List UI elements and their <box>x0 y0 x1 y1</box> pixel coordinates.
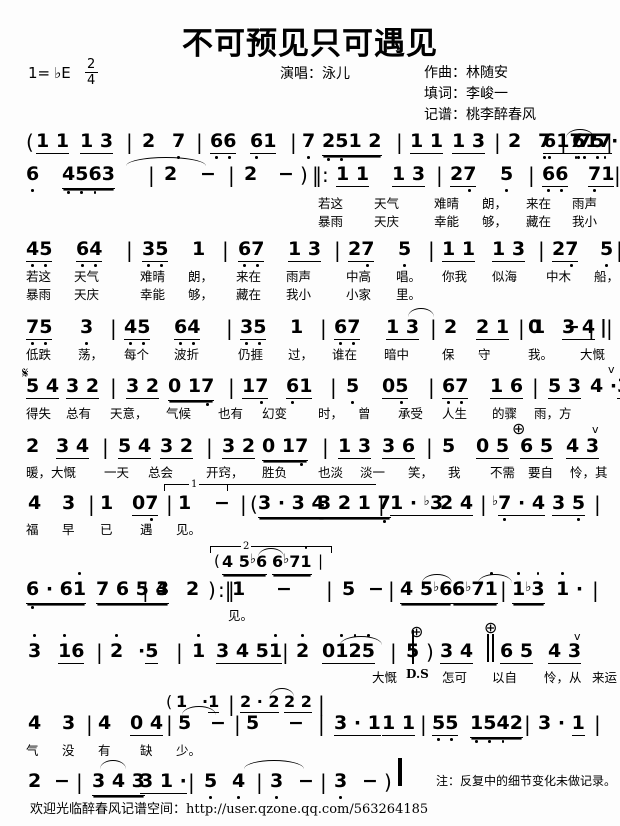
coda-icon: ⊕ <box>484 618 498 637</box>
footnote: 注：反复中的细节变化未做记录。 <box>436 774 617 788</box>
lyric-word: 够， <box>482 214 508 229</box>
lyric-word: 少。 <box>176 743 202 758</box>
lyric-word: 已 <box>100 522 113 537</box>
lyric-word: 遇 <box>140 522 153 537</box>
transcriber-credit: 记谱：桃李醉春风 <box>424 107 536 123</box>
time-signature: 2 4 <box>84 57 98 89</box>
lyric-row-s1b-tail <box>0 193 620 212</box>
lyric-word: 没 <box>62 743 75 758</box>
lyric-word: 藏在 <box>526 214 552 229</box>
lyric-word: 藏在 <box>236 287 262 302</box>
lyric-word: 我小 <box>286 287 312 302</box>
first-ending-line <box>226 484 376 485</box>
lyric-word: 见。 <box>176 522 202 537</box>
tuplet-number: 1 <box>189 479 200 490</box>
slur <box>270 688 294 697</box>
lyric-word: 小家 <box>346 287 372 302</box>
slur <box>244 760 304 769</box>
lyric-word: 幸能 <box>140 287 166 302</box>
lyric-word: 天庆 <box>74 287 100 302</box>
key-value: ♭E <box>54 63 71 82</box>
singer-credit: 演唱：泳儿 <box>280 66 350 82</box>
lyric-word: 幸能 <box>434 214 460 229</box>
lyric-word: 缺 <box>140 743 153 758</box>
music-system-1a-tail: 617 75 · | <box>543 129 619 159</box>
lyric-word: 暴雨 <box>318 214 344 229</box>
composer-credit: 作曲：林随安 <box>424 65 508 81</box>
music-system-1b-tail: | <box>614 163 620 187</box>
lyric-word: 见。 <box>228 608 254 623</box>
lyric-word: 我小 <box>572 214 598 229</box>
slur <box>100 760 126 769</box>
sheet-music-page: 不可预见只可遇见 1= ♭E 2 4 演唱：泳儿 作曲：林随安 填词：李峻一 记谱… <box>0 0 620 826</box>
lyric-row-s7: 见。 <box>0 605 620 624</box>
lyric-word: 够， <box>188 287 214 302</box>
lyric-word: 天庆 <box>374 214 400 229</box>
lyric-word: 福 <box>26 522 39 537</box>
meter-denominator: 4 <box>87 73 96 89</box>
lyric-row-verse2: 暴雨 天庆 幸能 够， 藏在 我小 <box>0 211 620 230</box>
lyric-word: 暴雨 <box>26 287 52 302</box>
key-signature: 1= ♭E 2 4 <box>28 58 98 87</box>
lyric-row-s6: 福 早 已 遇 见。 <box>0 519 620 538</box>
footer-link[interactable]: 欢迎光临醉春风记谱空间：http://user.qzone.qq.com/563… <box>30 798 428 817</box>
lyric-row-s2-v2: 暴雨 天庆 幸能 够， 藏在 我小 小家 里。 <box>0 284 620 303</box>
lyric-row-s9: 气 没 有 缺 少。 <box>0 740 620 759</box>
credits-block: 作曲：林随安 填词：李峻一 记谱：桃李醉春风 <box>424 63 536 126</box>
lyric-word: 早 <box>62 522 75 537</box>
tuplet-bracket-1: 1 <box>164 479 228 491</box>
lyricist-credit: 填词：李峻一 <box>424 86 508 102</box>
tuplet-number: 2 <box>241 541 252 552</box>
lyric-word: 气 <box>26 743 39 758</box>
lyric-word: 里。 <box>396 287 422 302</box>
meter-numerator: 2 <box>87 57 96 72</box>
final-barline <box>398 758 402 786</box>
lyric-word: 有 <box>98 743 111 758</box>
key-label: 1= <box>28 63 51 82</box>
